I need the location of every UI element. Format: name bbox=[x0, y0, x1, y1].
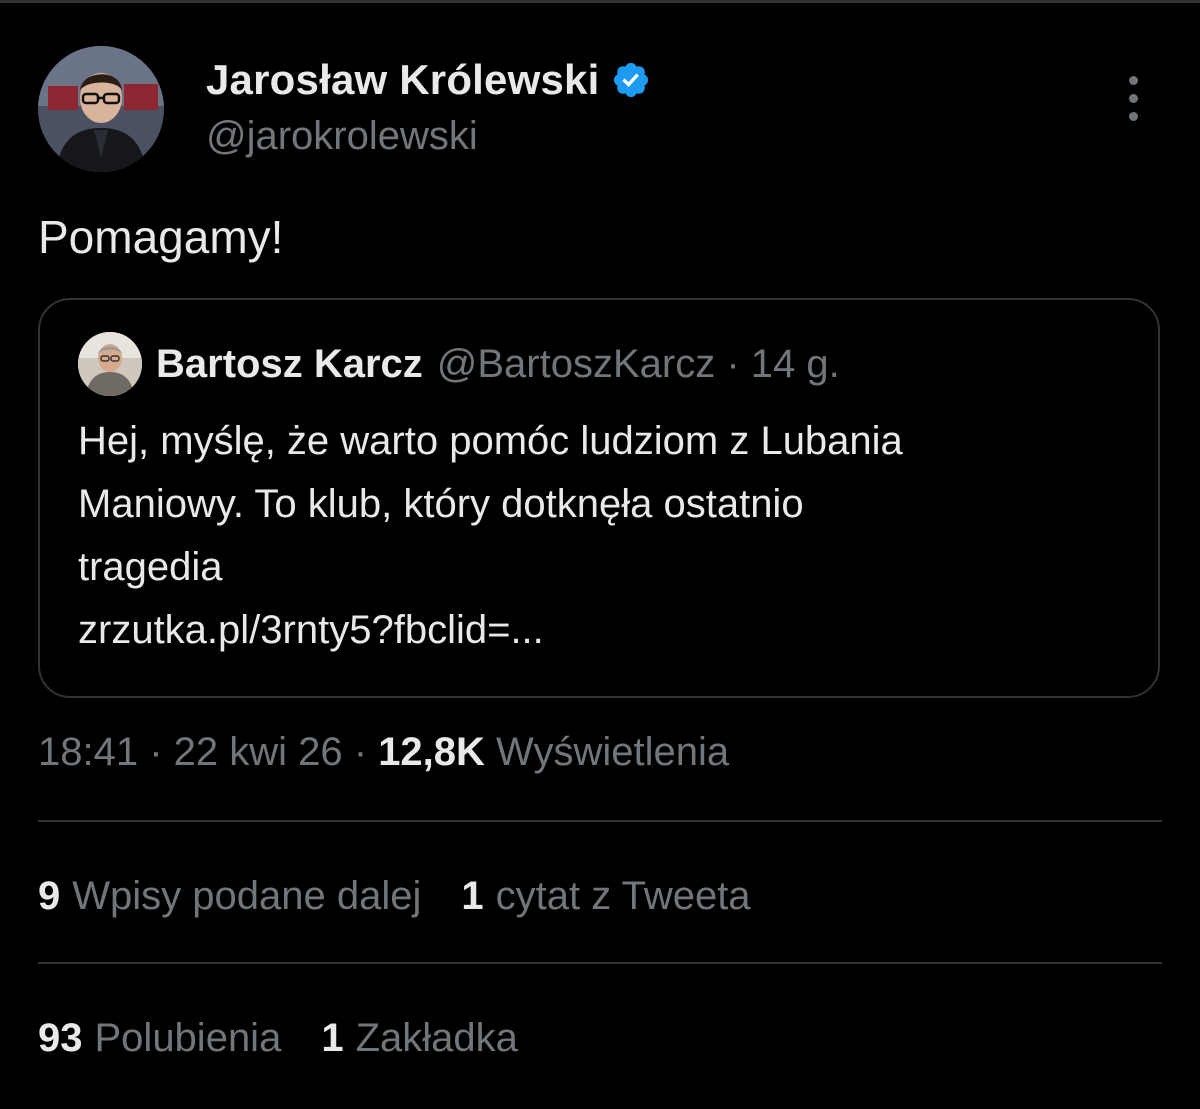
divider bbox=[38, 820, 1162, 822]
author-display-name[interactable]: Jarosław Królewski bbox=[206, 56, 599, 104]
more-vertical-icon-dot bbox=[1129, 112, 1138, 121]
divider bbox=[38, 962, 1162, 964]
quoted-link[interactable]: zrzutka.pl/3rnty5?fbclid=... bbox=[78, 599, 1118, 662]
verified-badge-icon bbox=[614, 62, 649, 98]
more-options-button[interactable] bbox=[1124, 74, 1144, 124]
more-vertical-icon bbox=[1129, 76, 1138, 85]
views-label: Wyświetlenia bbox=[484, 730, 730, 774]
views-count: 12,8K bbox=[378, 730, 485, 774]
quoted-author-meta: @BartoszKarcz · 14 g. bbox=[436, 341, 840, 386]
likes-label: Polubienia bbox=[94, 1016, 282, 1060]
quotes-count: 1 bbox=[461, 874, 484, 918]
bookmarks-stat[interactable]: 1 Zakładka bbox=[321, 1016, 518, 1061]
retweets-label: Wpisy podane dalej bbox=[72, 874, 422, 918]
top-divider bbox=[0, 0, 1200, 3]
quotes-stat[interactable]: 1 cytat z Tweeta bbox=[461, 874, 750, 919]
quoted-text-line: tragedia bbox=[78, 545, 223, 589]
quoted-text-line: Maniowy. To klub, który dotknęła ostatni… bbox=[78, 482, 804, 526]
quotes-label: cytat z Tweeta bbox=[495, 874, 751, 918]
author-avatar[interactable] bbox=[38, 46, 164, 172]
more-vertical-icon-dot bbox=[1129, 94, 1138, 103]
engagement-row-2: 93 Polubienia 1 Zakładka bbox=[38, 1016, 518, 1061]
bookmarks-label: Zakładka bbox=[355, 1016, 518, 1060]
tweet-metadata: 18:41 · 22 kwi 26 · 12,8K Wyświetlenia bbox=[38, 730, 729, 775]
quoted-text-line: Hej, myślę, że warto pomóc ludziom z Lub… bbox=[78, 419, 903, 463]
tweet-timestamp[interactable]: 18:41 · 22 kwi 26 · bbox=[38, 730, 378, 774]
retweets-count: 9 bbox=[38, 874, 61, 918]
author-avatar-image bbox=[38, 46, 164, 172]
quoted-author-name: Bartosz Karcz bbox=[156, 341, 423, 386]
quoted-author-avatar-image bbox=[78, 332, 142, 396]
likes-stat[interactable]: 93 Polubienia bbox=[38, 1016, 281, 1061]
engagement-row-1: 9 Wpisy podane dalej 1 cytat z Tweeta bbox=[38, 874, 751, 919]
quoted-author-avatar bbox=[78, 332, 142, 396]
tweet-text: Pomagamy! bbox=[38, 211, 284, 263]
author-handle[interactable]: @jarokrolewski bbox=[206, 114, 478, 159]
quoted-tweet-text: Hej, myślę, że warto pomóc ludziom z Lub… bbox=[78, 410, 1118, 662]
tweet-header: Jarosław Królewski @jarokrolewski bbox=[38, 46, 1162, 176]
likes-count: 93 bbox=[38, 1016, 83, 1060]
retweets-stat[interactable]: 9 Wpisy podane dalej bbox=[38, 874, 421, 919]
bookmarks-count: 1 bbox=[321, 1016, 344, 1060]
quoted-tweet-header: Bartosz Karcz @BartoszKarcz · 14 g. bbox=[78, 332, 840, 396]
author-name-row: Jarosław Królewski bbox=[206, 56, 651, 104]
quoted-tweet-card[interactable]: Bartosz Karcz @BartoszKarcz · 14 g. Hej,… bbox=[38, 298, 1160, 698]
